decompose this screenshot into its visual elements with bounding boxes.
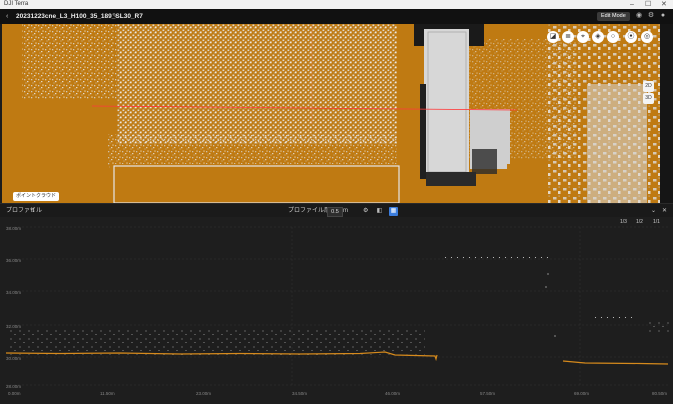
grid-view-icon[interactable]: ▦ [389, 207, 398, 216]
thickness-label: プロファイル厚 [288, 208, 331, 214]
x-tick-label: 46.00m [385, 391, 400, 396]
building-shadow-base [426, 172, 476, 186]
tag-icon[interactable]: ◈ [592, 31, 604, 43]
pencil-icon[interactable]: ✎ [112, 9, 118, 24]
y-tick-label: 32.00m [6, 324, 21, 329]
right-panel-strip [660, 24, 673, 203]
building-shadow [420, 84, 426, 179]
layers-icon[interactable]: ≣ [562, 31, 574, 43]
scatter-area-left [22, 24, 117, 99]
ground-profile-line-right [562, 360, 669, 365]
y-tick-label: 28.00m [6, 384, 21, 389]
open-ground [110, 164, 398, 203]
profile-toolbar: プロファイル ⇅ プロファイル厚 0.5 m ⚙ ◧ ▦ ⌄ ✕ [0, 203, 673, 218]
x-tick-label: 11.50m [100, 391, 115, 396]
circle-icon[interactable]: ○ [607, 31, 619, 43]
collapse-icon[interactable]: ⌄ [651, 204, 656, 218]
thickness-unit: m [343, 208, 348, 214]
x-tick-label: 69.00m [574, 391, 589, 396]
rubble-cluster [587, 84, 647, 203]
building-roof [424, 29, 469, 177]
point-band-mid [590, 317, 635, 320]
x-tick-label: 34.50m [292, 391, 307, 396]
point-cloud-canvas[interactable] [2, 24, 660, 203]
point-band-high [440, 255, 548, 258]
y-tick-label: 36.00m [6, 258, 21, 263]
point-scatter-low [10, 329, 425, 355]
camera-icon[interactable]: ◉ [634, 11, 644, 21]
y-tick-label: 38.00m [6, 226, 21, 231]
point-cloud-view[interactable]: ポイントクラウド [2, 24, 660, 203]
shed-shadow [472, 149, 497, 174]
project-name: 20231223cne_L3_H100_35_189_SL30_R7 [16, 13, 143, 20]
settings-icon[interactable]: ⚙ [363, 204, 368, 218]
eye-icon[interactable]: ◎ [641, 31, 653, 43]
view-3d-button[interactable]: 3D [643, 93, 654, 104]
settings-icon[interactable]: ⚙ [646, 11, 656, 21]
y-tick-label: 34.00m [6, 290, 21, 295]
edit-mode-button[interactable]: Edit Mode [597, 12, 630, 21]
outlier-point [547, 273, 549, 275]
sort-icon[interactable]: ⇅ [30, 204, 35, 218]
app-window: DJI Terra – ☐ ✕ ‹ 20231223cne_L3_H100_35… [0, 0, 673, 404]
outlier-point [554, 335, 556, 337]
view-2d-button[interactable]: 2D [643, 81, 654, 92]
minimize-button[interactable]: – [630, 0, 634, 9]
measure-icon[interactable]: ◪ [547, 31, 559, 43]
pin-icon[interactable]: ⌖ [577, 31, 589, 43]
x-tick-label: 23.00m [196, 391, 211, 396]
title-bar: DJI Terra – ☐ ✕ [0, 0, 673, 9]
scatter-area-main [117, 24, 397, 144]
profile-label: プロファイル [6, 208, 43, 214]
app-title: DJI Terra [4, 1, 29, 7]
ground-patch [507, 164, 547, 203]
project-header: ‹ 20231223cne_L3_H100_35_189_SL30_R7 ✎ E… [0, 9, 673, 24]
user-icon[interactable]: ● [658, 11, 668, 21]
point-scatter-right [648, 319, 670, 333]
profile-chart[interactable]: 38.00m 36.00m 34.00m 32.00m 30.00m 28.00… [0, 217, 673, 404]
x-tick-label: 0.00m [8, 391, 21, 396]
maximize-button[interactable]: ☐ [645, 0, 651, 9]
point-cloud-label: ポイントクラウド [13, 192, 60, 201]
close-icon[interactable]: ✕ [662, 204, 667, 218]
close-button[interactable]: ✕ [661, 0, 667, 9]
outlier-point [545, 286, 547, 288]
scatter-area-lower [107, 134, 397, 169]
y-tick-label: 30.00m [6, 356, 21, 361]
profile-panel: 1/3 1/2 1/1 38.00m 36.00m 34.00m 32.00m … [0, 217, 673, 404]
thickness-input[interactable]: 0.5 [327, 207, 343, 217]
chart-view-icon[interactable]: ◧ [375, 207, 384, 216]
location-icon[interactable]: ⦿ [625, 31, 637, 43]
back-button[interactable]: ‹ [6, 9, 8, 24]
x-tick-label: 80.50m [652, 391, 667, 396]
x-tick-label: 57.50m [480, 391, 495, 396]
